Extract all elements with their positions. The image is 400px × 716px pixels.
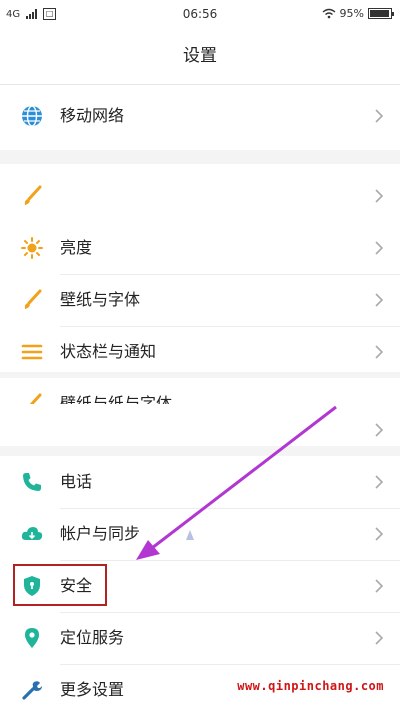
watermark-text: www.qinpinchang.com <box>237 679 384 693</box>
annotation-arrow <box>136 405 337 560</box>
